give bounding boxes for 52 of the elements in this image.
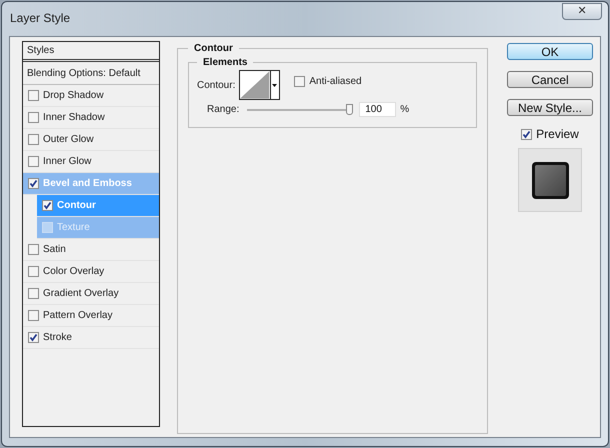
style-label: Inner Shadow bbox=[43, 111, 105, 125]
style-label: Texture bbox=[57, 221, 90, 235]
blending-options[interactable]: Blending Options: Default bbox=[27, 66, 140, 80]
contour-label: Contour: bbox=[197, 78, 236, 92]
range-unit: % bbox=[400, 103, 410, 117]
style-list-item[interactable]: Drop Shadow bbox=[23, 85, 159, 107]
checkbox[interactable] bbox=[28, 156, 39, 167]
dialog-button[interactable]: New Style... bbox=[507, 99, 593, 116]
style-list-item[interactable]: Gradient Overlay bbox=[23, 283, 159, 305]
contour-curve-icon bbox=[240, 71, 270, 99]
preview-swatch bbox=[532, 162, 568, 198]
style-label: Stroke bbox=[43, 331, 72, 345]
style-label: Outer Glow bbox=[43, 133, 94, 147]
checkbox[interactable] bbox=[28, 134, 39, 145]
style-list-item[interactable]: Satin bbox=[23, 239, 159, 261]
style-label: Satin bbox=[43, 243, 66, 257]
window-title: Layer Style bbox=[10, 10, 70, 27]
style-label: Pattern Overlay bbox=[43, 309, 112, 323]
checkbox[interactable] bbox=[42, 200, 53, 211]
checkbox[interactable] bbox=[294, 76, 306, 87]
range-label: Range: bbox=[207, 103, 240, 117]
style-label: Color Overlay bbox=[43, 265, 104, 279]
checkbox[interactable] bbox=[28, 332, 39, 343]
checkbox[interactable] bbox=[28, 288, 39, 299]
style-list-item[interactable]: Color Overlay bbox=[23, 261, 159, 283]
checkbox[interactable] bbox=[28, 244, 39, 255]
range-field[interactable]: 100 bbox=[359, 102, 396, 117]
dialog-button[interactable]: OK bbox=[507, 43, 593, 60]
checkbox[interactable] bbox=[28, 266, 39, 277]
checkbox[interactable] bbox=[521, 128, 532, 140]
style-list-item[interactable]: Outer Glow bbox=[23, 129, 159, 151]
dropdown-arrow-icon bbox=[272, 84, 278, 86]
styles-header[interactable]: Styles bbox=[27, 43, 54, 58]
style-label: Gradient Overlay bbox=[43, 287, 119, 301]
close-button[interactable]: ✕ bbox=[562, 3, 602, 20]
checkbox[interactable] bbox=[28, 310, 39, 321]
checkbox[interactable] bbox=[28, 178, 39, 189]
style-list-item[interactable]: Inner Shadow bbox=[23, 107, 159, 129]
contour-picker[interactable] bbox=[239, 70, 280, 100]
dialog-button[interactable]: Cancel bbox=[507, 71, 593, 88]
range-slider[interactable] bbox=[247, 104, 354, 115]
checkbox[interactable] bbox=[28, 90, 39, 101]
style-label: Contour bbox=[57, 199, 96, 213]
style-list-item[interactable]: Stroke bbox=[23, 327, 159, 349]
checkbox[interactable] bbox=[28, 112, 39, 123]
range-slider-thumb[interactable] bbox=[346, 104, 354, 115]
preview-label: Preview bbox=[536, 126, 579, 143]
style-list-item[interactable]: Pattern Overlay bbox=[23, 305, 159, 327]
style-label: Inner Glow bbox=[43, 155, 92, 169]
style-label: Drop Shadow bbox=[43, 89, 104, 103]
anti-aliased-label: Anti-aliased bbox=[309, 75, 362, 89]
style-label: Bevel and Emboss bbox=[43, 177, 132, 191]
